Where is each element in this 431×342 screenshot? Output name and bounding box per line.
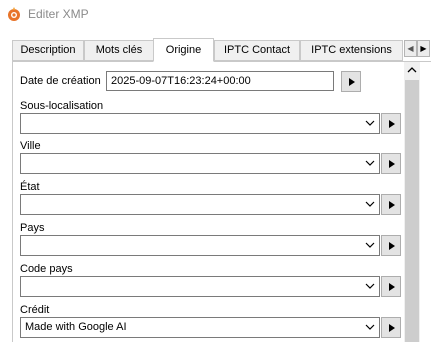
triangle-right-icon (389, 160, 395, 168)
triangle-right-icon (389, 201, 395, 209)
chevron-down-icon (365, 242, 375, 248)
etat-arrow-button[interactable] (381, 194, 401, 215)
chevron-down-icon (365, 283, 375, 289)
vertical-scrollbar[interactable] (404, 62, 420, 342)
sous-localisation-arrow-button[interactable] (381, 113, 401, 134)
tab-description[interactable]: Description (12, 40, 84, 61)
triangle-right-icon: ▶ (420, 44, 427, 53)
chevron-down-icon (365, 324, 375, 330)
triangle-right-icon (389, 283, 395, 291)
tab-scroll-right-button[interactable]: ▶ (417, 40, 430, 57)
triangle-left-icon: ◀ (407, 44, 414, 53)
pays-arrow-button[interactable] (381, 235, 401, 256)
triangle-right-icon (389, 324, 395, 332)
credit-value: Made with Google AI (25, 321, 127, 333)
scrollbar-thumb[interactable] (405, 80, 419, 342)
app-gear-icon (8, 7, 20, 21)
triangle-right-icon (349, 78, 355, 86)
date-creation-arrow-button[interactable] (341, 71, 361, 92)
triangle-right-icon (389, 242, 395, 250)
chevron-down-icon (365, 160, 375, 166)
credit-arrow-button[interactable] (381, 317, 401, 338)
tab-origine[interactable]: Origine (153, 38, 214, 62)
ville-arrow-button[interactable] (381, 153, 401, 174)
ville-label: Ville (20, 140, 41, 152)
code-pays-arrow-button[interactable] (381, 276, 401, 297)
etat-label: État (20, 181, 40, 193)
credit-label: Crédit (20, 304, 50, 316)
credit-combo[interactable]: Made with Google AI (20, 317, 380, 338)
ville-combo[interactable] (20, 153, 380, 174)
chevron-down-icon (365, 120, 375, 126)
sous-localisation-combo[interactable] (20, 113, 380, 134)
scroll-up-chevron-icon[interactable] (404, 62, 420, 79)
window-title: Editer XMP (28, 7, 89, 21)
code-pays-label: Code pays (20, 263, 73, 275)
tab-iptc-extensions[interactable]: IPTC extensions (300, 40, 403, 61)
date-creation-label: Date de création (20, 75, 101, 87)
tab-scroll-left-button[interactable]: ◀ (404, 40, 417, 57)
title-bar: Editer XMP (0, 0, 431, 30)
code-pays-combo[interactable] (20, 276, 380, 297)
tab-strip: Description Mots clés Origine IPTC Conta… (0, 30, 431, 62)
tab-iptc-contact[interactable]: IPTC Contact (214, 40, 300, 61)
tab-mots-cles[interactable]: Mots clés (84, 40, 154, 61)
triangle-right-icon (389, 120, 395, 128)
date-creation-input[interactable]: 2025-09-07T16:23:24+00:00 (106, 71, 334, 91)
etat-combo[interactable] (20, 194, 380, 215)
pays-combo[interactable] (20, 235, 380, 256)
pays-label: Pays (20, 222, 45, 234)
chevron-down-icon (365, 201, 375, 207)
sous-localisation-label: Sous-localisation (20, 100, 104, 112)
